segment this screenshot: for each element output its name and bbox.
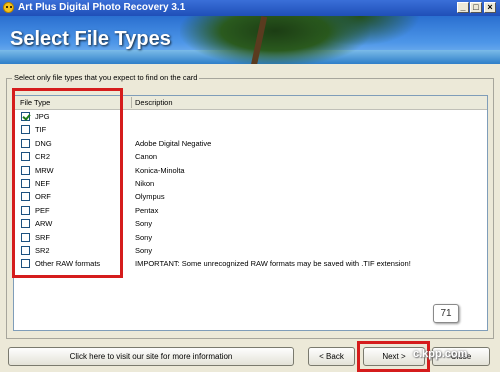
file-type-description: Sony [135,245,153,255]
close-window-button[interactable]: × [484,2,496,13]
file-type-description: Sony [135,219,153,229]
file-type-description: Konica-Minolta [135,165,185,175]
file-type-highlight-box [12,88,123,278]
header-banner: Select File Types [0,16,500,64]
file-type-description: Canon [135,152,158,162]
palm-leaves-image-2 [300,16,420,46]
column-header-description[interactable]: Description [135,98,173,107]
group-legend: Select only file types that you expect t… [12,73,200,82]
column-divider[interactable] [131,97,132,108]
page-heading: Select File Types [10,28,171,50]
window-title: Art Plus Digital Photo Recovery 3.1 [18,2,186,13]
minimize-button[interactable]: _ [457,2,469,13]
watermark-text: c.kpp.com [413,348,468,360]
file-type-description: Adobe Digital Negative [135,138,212,148]
visit-site-button[interactable]: Click here to visit our site for more in… [8,347,294,366]
maximize-button[interactable]: □ [470,2,482,13]
file-type-description: Pentax [135,205,159,215]
page-number-badge: 71 [433,304,459,323]
title-bar: Art Plus Digital Photo Recovery 3.1 _ □ … [0,0,500,16]
back-button[interactable]: < Back [308,347,355,366]
file-type-description: Sony [135,232,153,242]
file-type-description: Nikon [135,178,155,188]
file-type-description: Olympus [135,192,165,202]
smiley-app-icon [3,2,14,13]
file-type-description: IMPORTANT: Some unrecognized RAW formats… [135,259,411,269]
